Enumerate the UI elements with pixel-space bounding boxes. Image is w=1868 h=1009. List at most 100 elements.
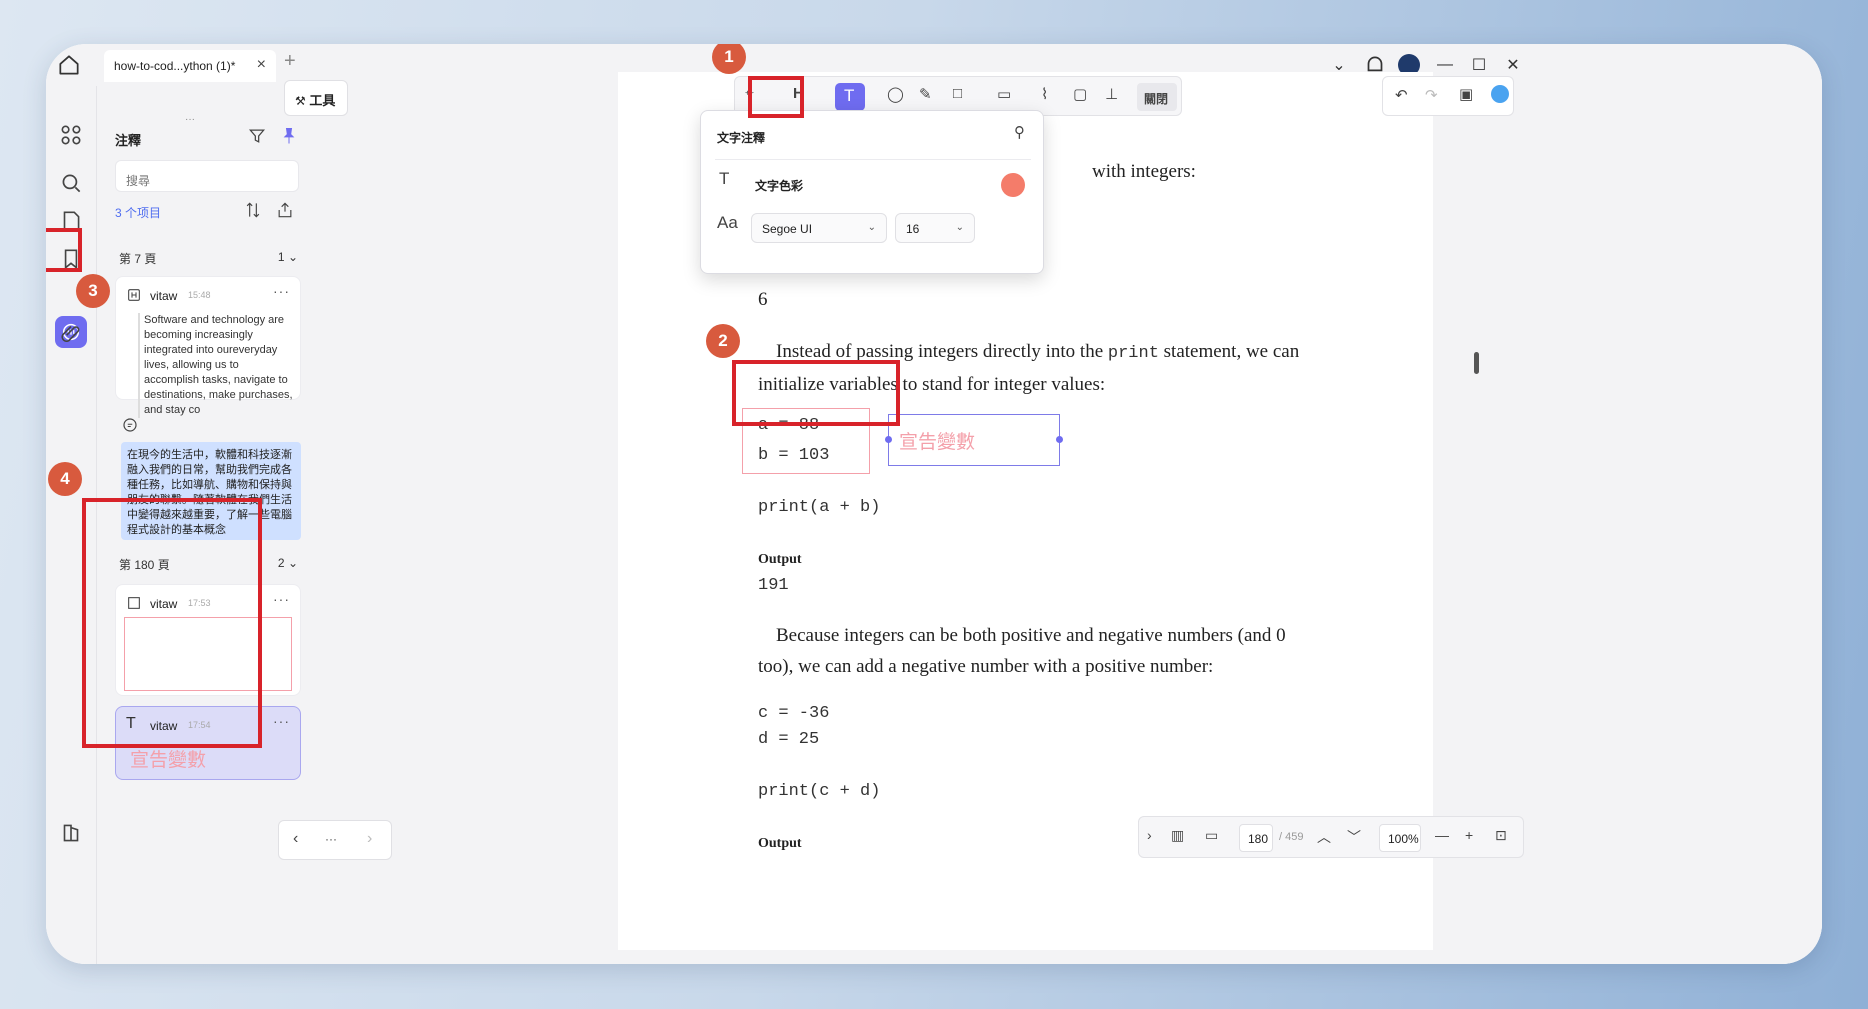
card-time: 15:48 <box>188 290 211 300</box>
redo-icon[interactable]: ↷ <box>1425 86 1438 104</box>
panel-title: 注釋 <box>115 133 142 148</box>
text-tool-button[interactable]: T <box>835 83 865 111</box>
pin-icon[interactable] <box>279 126 299 146</box>
sticker-tool-icon[interactable]: ▢ <box>1073 85 1097 109</box>
group-count-value: 2 <box>277 556 285 570</box>
app-window: how-to-cod...ython (1)* × + ⌄ — ☐ ✕ ··· … <box>46 44 1822 964</box>
prev-page-icon[interactable]: ‹ <box>293 830 298 848</box>
scrollbar-thumb[interactable] <box>1474 352 1479 374</box>
zoom-out-icon[interactable]: — <box>1435 827 1449 843</box>
page-layout-icon[interactable]: ▥ <box>1171 827 1184 844</box>
stamp-tool-icon[interactable]: ⊥ <box>1105 85 1129 109</box>
more-nav-icon[interactable]: ··· <box>325 832 337 846</box>
document-tab[interactable]: how-to-cod...ython (1)* × <box>104 50 276 82</box>
assistant-icon[interactable] <box>1491 85 1509 103</box>
actual-size-icon[interactable]: ⊡ <box>1495 827 1507 844</box>
shape-tool-icon[interactable]: □ <box>953 85 977 109</box>
font-size-value: 16 <box>906 222 920 236</box>
zoom-select[interactable]: 100% <box>1379 824 1421 852</box>
annotation-card-highlight[interactable]: vitaw 15:48 ··· Software and technology … <box>115 276 301 418</box>
doc-line: with integers: <box>1092 161 1196 182</box>
group-label: 第 7 頁 <box>119 252 157 266</box>
tools-label: 工具 <box>309 93 336 108</box>
divider <box>715 159 1031 160</box>
minimize-icon[interactable]: — <box>1432 52 1458 78</box>
text-tool-icon: T <box>844 86 855 105</box>
next-page-icon[interactable]: › <box>367 830 372 848</box>
attachment-icon[interactable] <box>58 320 84 346</box>
para-text: statement, we can <box>1158 341 1300 362</box>
inline-code: print <box>1107 344 1159 363</box>
page-number-input[interactable]: 180 <box>1239 824 1273 852</box>
callout-frame-textbox <box>732 360 900 426</box>
tools-button[interactable]: ⚒ 工具 <box>284 80 348 116</box>
measure-tool-icon[interactable]: ▭ <box>997 85 1021 109</box>
code-line: d = 25 <box>758 730 820 749</box>
text-box-annotation[interactable]: 宣告變數 <box>885 414 1063 466</box>
toolbox-icon: ⚒ <box>295 94 306 108</box>
callout-frame-annotations <box>46 228 82 272</box>
callout-badge-3: 3 <box>76 274 110 308</box>
zoom-in-icon[interactable]: + <box>1465 827 1473 843</box>
para-text: Because integers can be both positive an… <box>776 625 1286 646</box>
callout-frame-text-tool <box>748 76 804 118</box>
sort-icon[interactable] <box>243 200 263 220</box>
next-page-arrow-icon[interactable]: ﹀ <box>1347 827 1361 847</box>
group-count-value: 1 <box>277 250 285 264</box>
font-family-select[interactable]: Segoe UI ⌄ <box>751 213 887 243</box>
maximize-icon[interactable]: ☐ <box>1466 52 1492 78</box>
filter-icon[interactable] <box>247 126 267 146</box>
font-family-value: Segoe UI <box>762 222 813 236</box>
group-count[interactable]: 2 ⌄ <box>278 556 298 570</box>
card-excerpt: Software and technology are becoming inc… <box>138 313 294 418</box>
thumbnails-icon[interactable] <box>58 122 84 148</box>
comment-tool-icon[interactable]: ◯ <box>887 85 911 109</box>
presentation-icon[interactable]: ▭ <box>1205 827 1218 844</box>
layers-icon[interactable] <box>58 820 84 846</box>
home-icon[interactable] <box>56 52 82 78</box>
search-input[interactable] <box>115 160 299 192</box>
card-text-preview: 宣告變數 <box>130 750 207 771</box>
group-count[interactable]: 1 ⌄ <box>278 250 298 264</box>
text-annotation-popup: 文字注釋 ⚲ T 文字色彩 Aa Segoe UI ⌄ 16 ⌄ <box>700 110 1044 274</box>
output-value: 191 <box>758 576 789 595</box>
callout-badge-2: 2 <box>706 324 740 358</box>
export-icon[interactable] <box>275 200 295 220</box>
callout-frame-page-180 <box>82 498 262 748</box>
pen-tool-icon[interactable]: ✎ <box>919 85 943 109</box>
para-text: Instead of passing integers directly int… <box>776 341 1108 362</box>
output-label: Output <box>758 552 802 567</box>
resize-handle-left[interactable] <box>885 436 892 443</box>
chevron-down-icon: ⌄ <box>955 222 964 233</box>
text-color-label: 文字色彩 <box>755 179 804 193</box>
para-text: too), we can add a negative number with … <box>758 656 1214 677</box>
new-tab-icon[interactable]: + <box>284 50 296 73</box>
drag-handle[interactable]: ··· <box>185 114 195 125</box>
pin-style-icon[interactable]: ⚲ <box>1014 123 1025 141</box>
highlight-icon <box>128 289 140 301</box>
close-tab-icon[interactable]: × <box>257 56 266 74</box>
search-icon[interactable] <box>58 170 84 196</box>
group-header-page-7[interactable]: 第 7 頁 <box>119 250 156 267</box>
code-line: print(a + b) <box>758 498 881 517</box>
doc-line: 6 <box>758 289 768 310</box>
undo-icon[interactable]: ↶ <box>1395 86 1408 104</box>
collapse-icon[interactable]: › <box>1147 827 1152 843</box>
chevron-down-icon: ⌄ <box>867 222 876 233</box>
attach-tool-icon[interactable]: ⌇ <box>1041 85 1065 109</box>
status-bar: › ▥ ▭ 180 / 459 ︿ ﹀ 100% — + ⊡ <box>1138 816 1524 858</box>
popup-title: 文字注釋 <box>717 131 766 145</box>
resize-handle-right[interactable] <box>1056 436 1063 443</box>
close-window-icon[interactable]: ✕ <box>1500 52 1526 78</box>
more-options-icon[interactable]: ··· <box>273 591 290 607</box>
font-size-select[interactable]: 16 ⌄ <box>895 213 975 243</box>
page-total: / 459 <box>1279 831 1304 843</box>
close-toolbar-button[interactable]: 關閉 <box>1137 83 1177 111</box>
save-icon[interactable]: ▣ <box>1459 85 1473 103</box>
more-options-icon[interactable]: ··· <box>273 283 290 299</box>
callout-badge-4: 4 <box>48 462 82 496</box>
more-options-icon[interactable]: ··· <box>273 713 290 729</box>
prev-page-arrow-icon[interactable]: ︿ <box>1317 827 1331 847</box>
card-user: vitaw <box>150 289 178 303</box>
text-color-swatch[interactable] <box>1001 173 1025 197</box>
